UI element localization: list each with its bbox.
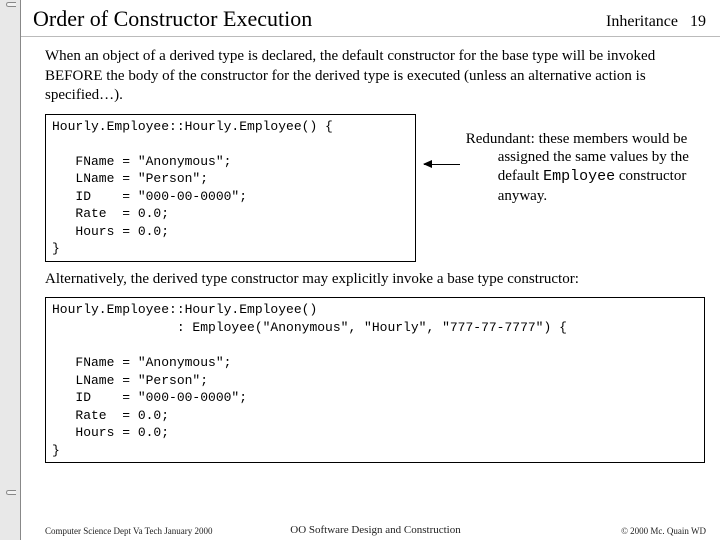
slide-header: Order of Constructor Execution Inheritan… [21, 0, 720, 37]
code-block-1: Hourly.Employee::Hourly.Employee() { FNa… [45, 114, 416, 262]
spiral-binding [6, 0, 20, 540]
second-paragraph: Alternatively, the derived type construc… [45, 270, 706, 290]
side-note-mono: Employee [543, 168, 615, 185]
intro-paragraph: When an object of a derived type is decl… [45, 47, 706, 106]
footer-right: © 2000 Mc. Quain WD [486, 526, 706, 536]
arrow-head-icon [423, 160, 432, 168]
code-block-2: Hourly.Employee::Hourly.Employee() : Emp… [45, 297, 705, 463]
arrow [424, 114, 457, 234]
footer-left: Computer Science Dept Va Tech January 20… [45, 526, 265, 536]
header-topic: Inheritance [606, 13, 678, 31]
footer-center: OO Software Design and Construction [265, 524, 485, 536]
slide-body: When an object of a derived type is decl… [21, 37, 720, 463]
slide-page: Order of Constructor Execution Inheritan… [20, 0, 720, 540]
slide-footer: Computer Science Dept Va Tech January 20… [45, 524, 706, 536]
page-number: 19 [690, 13, 706, 31]
side-note: Redundant: these members would be assign… [498, 114, 706, 206]
code-row-1: Hourly.Employee::Hourly.Employee() { FNa… [45, 114, 706, 262]
page-title: Order of Constructor Execution [33, 6, 606, 32]
